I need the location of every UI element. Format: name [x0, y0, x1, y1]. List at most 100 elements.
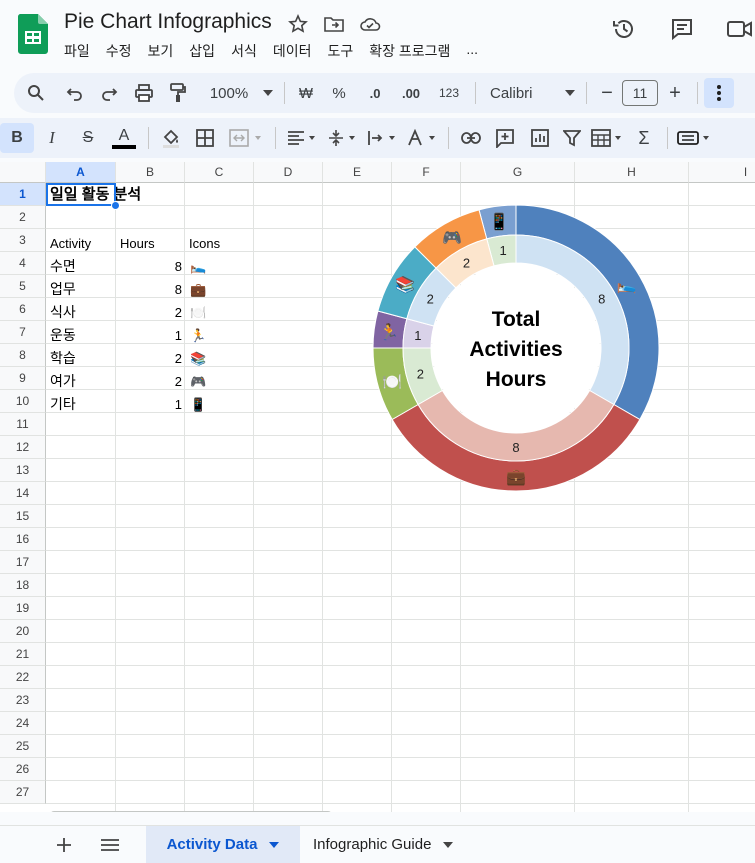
activity-cell[interactable]: 여가	[50, 370, 76, 393]
insert-chart-icon[interactable]	[523, 123, 557, 153]
decrease-font-size-button[interactable]: −	[593, 78, 621, 108]
comment-icon[interactable]	[667, 14, 697, 44]
selected-cell-a1[interactable]	[46, 183, 116, 206]
sheets-logo-icon[interactable]	[18, 14, 48, 54]
keyboard-icon[interactable]	[674, 123, 714, 153]
print-icon[interactable]	[126, 78, 162, 108]
row-header-10[interactable]: 10	[0, 390, 46, 413]
horizontal-scrollbar[interactable]	[50, 811, 332, 812]
menu-tools[interactable]: 도구	[327, 41, 353, 61]
row-header-25[interactable]: 25	[0, 735, 46, 758]
more-options-icon[interactable]	[704, 78, 734, 108]
borders-icon[interactable]	[187, 123, 223, 153]
row-header-12[interactable]: 12	[0, 436, 46, 459]
table-view-icon[interactable]	[587, 123, 627, 153]
column-header-i[interactable]: I	[689, 162, 755, 183]
italic-button[interactable]: I	[34, 123, 70, 153]
row-header-6[interactable]: 6	[0, 298, 46, 321]
currency-format-button[interactable]: ₩	[291, 78, 321, 108]
text-rotation-icon[interactable]	[402, 123, 442, 153]
column-header-h[interactable]: H	[575, 162, 689, 183]
bold-button[interactable]: B	[0, 123, 34, 153]
row-header-21[interactable]: 21	[0, 643, 46, 666]
chevron-down-icon[interactable]	[258, 78, 278, 108]
row-header-13[interactable]: 13	[0, 459, 46, 482]
text-wrapping-icon[interactable]	[362, 123, 402, 153]
hours-cell[interactable]: 1	[116, 393, 182, 416]
move-folder-icon[interactable]	[322, 12, 346, 36]
column-header-g[interactable]: G	[461, 162, 575, 183]
header-hours-cell[interactable]: Hours	[120, 232, 155, 255]
menu-insert[interactable]: 삽입	[189, 41, 215, 61]
icon-cell[interactable]: 💼	[190, 278, 206, 301]
font-family-select[interactable]: Calibri	[482, 78, 560, 108]
activity-cell[interactable]: 기타	[50, 393, 76, 416]
row-header-2[interactable]: 2	[0, 206, 46, 229]
menu-extensions[interactable]: 확장 프로그램	[369, 41, 450, 61]
icon-cell[interactable]: 🍽️	[190, 301, 206, 324]
activity-cell[interactable]: 업무	[50, 278, 76, 301]
text-color-button[interactable]: A	[106, 123, 142, 153]
cloud-status-icon[interactable]	[358, 12, 382, 36]
activity-cell[interactable]: 식사	[50, 301, 76, 324]
column-header-e[interactable]: E	[323, 162, 392, 183]
search-menus-icon[interactable]	[14, 78, 58, 108]
row-header-27[interactable]: 27	[0, 781, 46, 804]
chevron-down-icon[interactable]	[443, 841, 454, 848]
row-header-1[interactable]: 1	[0, 183, 46, 206]
fill-color-icon[interactable]	[155, 123, 187, 153]
activity-cell[interactable]: 수면	[50, 255, 76, 278]
column-header-f[interactable]: F	[392, 162, 461, 183]
video-call-icon[interactable]	[725, 14, 755, 44]
row-header-3[interactable]: 3	[0, 229, 46, 252]
star-icon[interactable]	[286, 12, 310, 36]
row-header-9[interactable]: 9	[0, 367, 46, 390]
row-header-22[interactable]: 22	[0, 666, 46, 689]
decrease-decimal-button[interactable]: .0	[357, 78, 393, 108]
icon-cell[interactable]: 📚	[190, 347, 206, 370]
row-header-14[interactable]: 14	[0, 482, 46, 505]
icon-cell[interactable]: 🏃	[190, 324, 206, 347]
row-header-20[interactable]: 20	[0, 620, 46, 643]
column-header-c[interactable]: C	[185, 162, 254, 183]
chevron-down-icon[interactable]	[560, 78, 580, 108]
row-header-24[interactable]: 24	[0, 712, 46, 735]
row-header-5[interactable]: 5	[0, 275, 46, 298]
percent-format-button[interactable]: %	[321, 78, 357, 108]
column-header-a[interactable]: A	[46, 162, 116, 183]
hours-cell[interactable]: 2	[116, 370, 182, 393]
all-sheets-menu-icon[interactable]	[100, 826, 120, 863]
hours-cell[interactable]: 8	[116, 278, 182, 301]
row-header-23[interactable]: 23	[0, 689, 46, 712]
row-header-26[interactable]: 26	[0, 758, 46, 781]
document-title[interactable]: Pie Chart Infographics	[64, 10, 272, 34]
undo-icon[interactable]	[58, 78, 92, 108]
zoom-select[interactable]: 100%	[194, 78, 258, 108]
row-header-11[interactable]: 11	[0, 413, 46, 436]
font-size-field[interactable]: 11	[621, 78, 659, 108]
icon-cell[interactable]: 📱	[190, 393, 206, 416]
history-icon[interactable]	[609, 14, 639, 44]
row-header-19[interactable]: 19	[0, 597, 46, 620]
spreadsheet-grid[interactable]: A B C D E F G H I 1 2 3 4 5 6 7 8 9 10 11 12 13 14 15 1…	[0, 162, 755, 812]
horizontal-align-icon[interactable]	[282, 123, 322, 153]
strikethrough-button[interactable]: S	[70, 123, 106, 153]
row-header-8[interactable]: 8	[0, 344, 46, 367]
header-icons-cell[interactable]: Icons	[189, 232, 220, 255]
increase-decimal-button[interactable]: .00	[393, 78, 429, 108]
menu-data[interactable]: 데이터	[273, 41, 312, 61]
row-header-17[interactable]: 17	[0, 551, 46, 574]
insert-comment-icon[interactable]	[487, 123, 523, 153]
icon-cell[interactable]: 🛌	[190, 255, 206, 278]
hours-cell[interactable]: 2	[116, 347, 182, 370]
sheet-tab-activity-data[interactable]: Activity Data	[146, 826, 300, 863]
number-format-button[interactable]: 123	[429, 78, 469, 108]
column-header-d[interactable]: D	[254, 162, 323, 183]
paint-format-icon[interactable]	[162, 78, 194, 108]
increase-font-size-button[interactable]: +	[659, 78, 691, 108]
menu-view[interactable]: 보기	[148, 41, 174, 61]
column-header-b[interactable]: B	[116, 162, 185, 183]
menu-edit[interactable]: 수정	[106, 41, 132, 61]
redo-icon[interactable]	[92, 78, 126, 108]
fill-handle[interactable]	[111, 201, 120, 210]
